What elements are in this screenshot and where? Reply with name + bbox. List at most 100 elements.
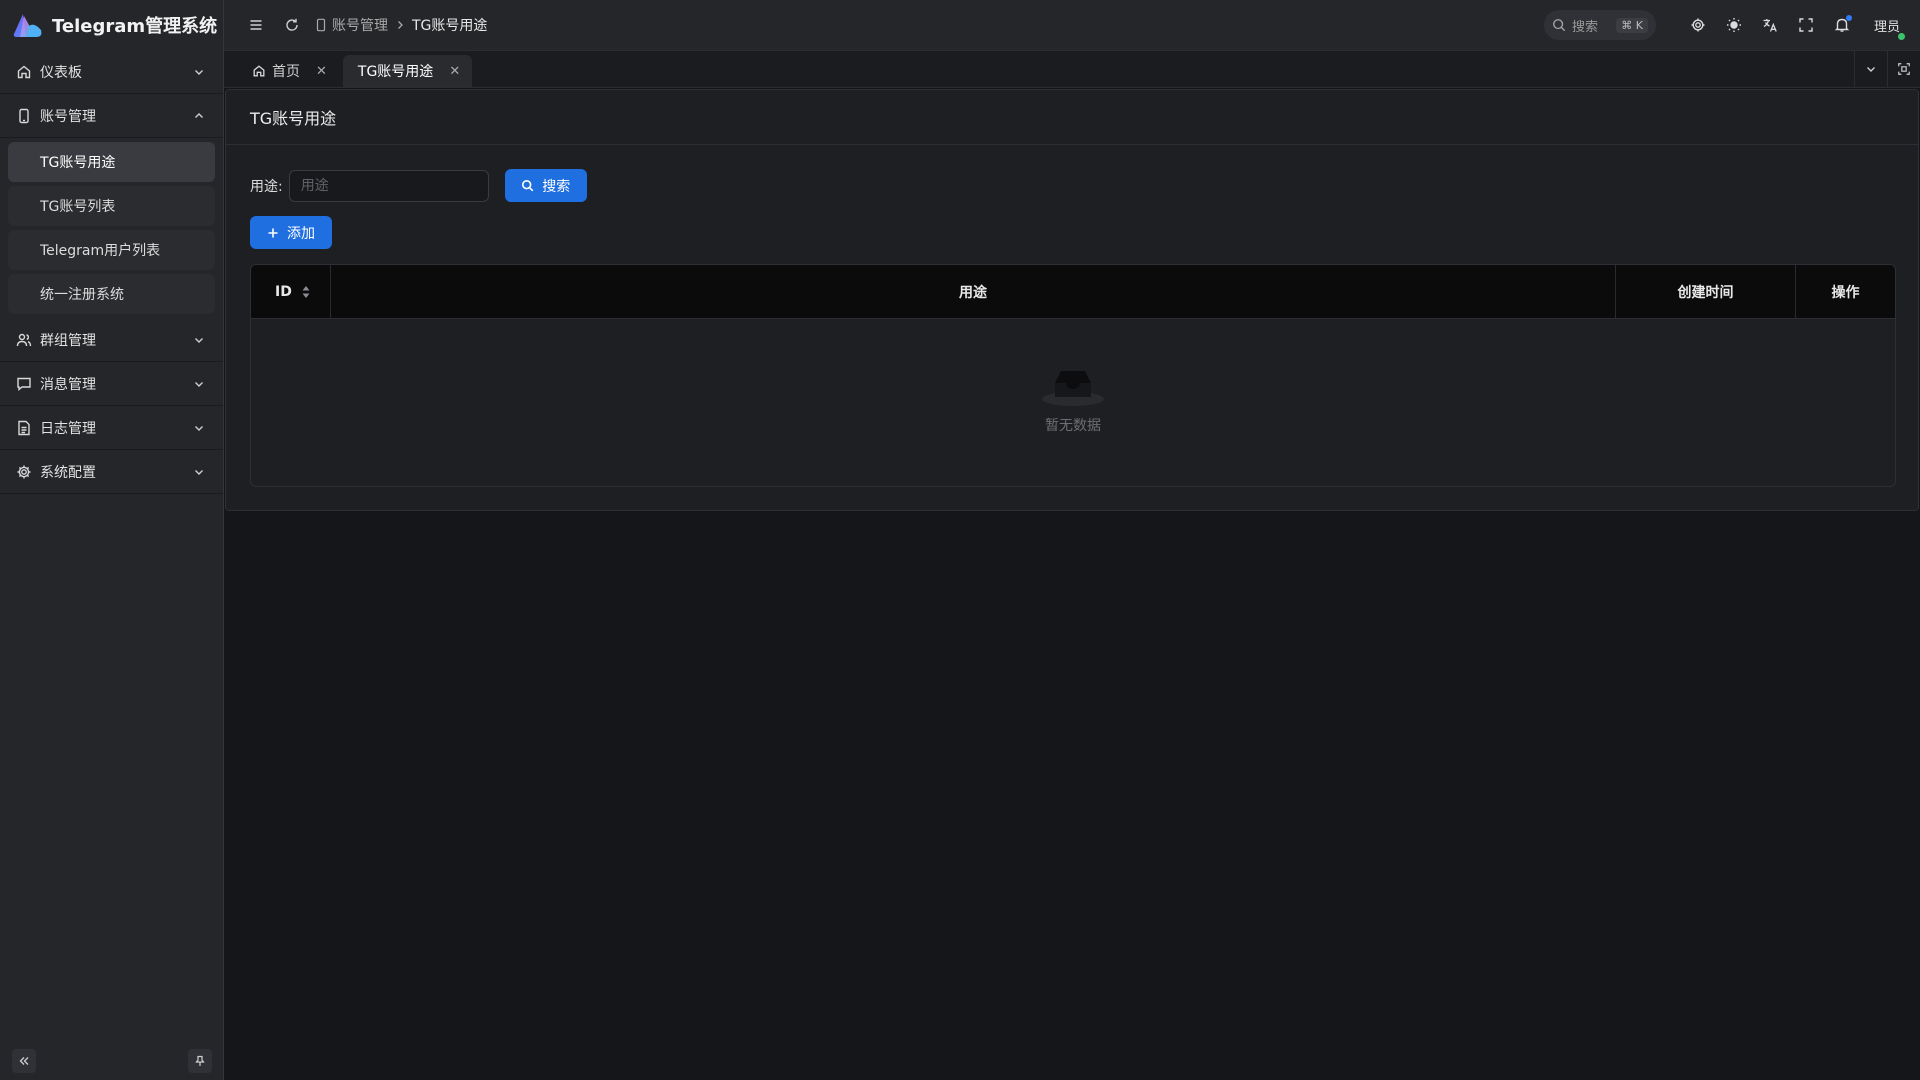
- search-shortcut: ⌘ K: [1616, 17, 1648, 33]
- pin-sidebar-button[interactable]: [188, 1049, 212, 1073]
- empty-state: 暂无数据: [251, 365, 1895, 435]
- menu-group-label: 消息管理: [40, 376, 96, 393]
- menu-group-dashboard[interactable]: 仪表板: [0, 50, 223, 94]
- app-logo-icon: [12, 12, 44, 38]
- pin-icon: [194, 1055, 206, 1067]
- close-icon[interactable]: ✕: [449, 64, 460, 79]
- sort-icon[interactable]: [302, 285, 310, 299]
- search-icon: [521, 179, 534, 192]
- menu-group-logs[interactable]: 日志管理: [0, 406, 223, 450]
- sidebar-item-tg-usage[interactable]: TG账号用途: [8, 142, 215, 182]
- breadcrumb-parent[interactable]: 账号管理: [314, 15, 388, 35]
- home-icon: [252, 64, 266, 78]
- empty-inbox-icon: [1041, 365, 1105, 407]
- filter-label: 用途:: [250, 178, 283, 195]
- breadcrumb-parent-label: 账号管理: [332, 18, 388, 34]
- user-name: 理员: [1873, 19, 1900, 35]
- phone-icon: [314, 18, 328, 32]
- add-button[interactable]: 添加: [250, 216, 332, 249]
- sidebar-item-telegram-users[interactable]: Telegram用户列表: [8, 230, 215, 270]
- refresh-icon: [284, 17, 300, 33]
- chevron-down-icon: [193, 66, 205, 78]
- breadcrumb-current: TG账号用途: [412, 18, 488, 34]
- column-header-usage: 用途: [331, 265, 1616, 318]
- tab-home[interactable]: 首页 ✕: [242, 55, 337, 87]
- menu-group-groups[interactable]: 群组管理: [0, 318, 223, 362]
- search-button-label: 搜索: [542, 178, 571, 195]
- hamburger-icon: [248, 17, 264, 33]
- menu-group-label: 仪表板: [40, 64, 82, 81]
- table-header: ID 用途 创建时间 操作: [251, 265, 1895, 319]
- users-icon: [16, 332, 32, 348]
- column-header-created-time: 创建时间: [1616, 265, 1796, 318]
- tabbar-actions: [1854, 51, 1920, 87]
- sun-icon: [1726, 17, 1742, 33]
- close-icon[interactable]: ✕: [316, 64, 327, 79]
- sidebar-footer: [0, 1042, 224, 1080]
- search-button[interactable]: 搜索: [504, 169, 587, 202]
- menu-group-account[interactable]: 账号管理: [0, 94, 223, 138]
- add-button-label: 添加: [287, 225, 315, 242]
- home-icon: [16, 64, 32, 80]
- settings-button[interactable]: [1680, 7, 1716, 43]
- search-placeholder: 搜索: [1571, 19, 1598, 35]
- user-menu[interactable]: 理员: [1873, 16, 1905, 40]
- chevron-down-icon: [193, 422, 205, 434]
- data-table: ID 用途 创建时间 操作 暂无数据: [250, 264, 1896, 487]
- sidebar-item-unified-registration[interactable]: 统一注册系统: [8, 274, 215, 314]
- chevron-right-icon: [394, 19, 406, 31]
- phone-icon: [16, 108, 32, 124]
- column-label: ID: [275, 283, 292, 300]
- maximize-content-button[interactable]: [1887, 51, 1920, 87]
- collapse-sidebar-button[interactable]: [12, 1049, 36, 1073]
- column-header-actions: 操作: [1831, 284, 1860, 301]
- app-brand[interactable]: Telegram管理系统: [0, 0, 223, 50]
- message-icon: [16, 376, 32, 392]
- notification-dot: [1845, 15, 1852, 21]
- notifications-button[interactable]: [1824, 7, 1860, 43]
- page-title: TG账号用途: [226, 90, 1918, 145]
- theme-toggle-button[interactable]: [1716, 7, 1752, 43]
- file-icon: [16, 420, 32, 436]
- language-button[interactable]: [1752, 7, 1788, 43]
- menu-group-label: 账号管理: [40, 108, 96, 125]
- tab-tg-usage[interactable]: TG账号用途 ✕: [342, 55, 473, 87]
- fullscreen-icon: [1798, 17, 1814, 33]
- chevron-down-icon: [193, 378, 205, 390]
- search-icon: [1552, 18, 1566, 32]
- breadcrumb: 账号管理 TG账号用途: [314, 15, 487, 35]
- account-submenu: TG账号用途 TG账号列表 Telegram用户列表 统一注册系统: [0, 142, 223, 314]
- scan-icon: [1897, 62, 1911, 76]
- gear-icon: [16, 464, 32, 480]
- menu-group-label: 系统配置: [40, 464, 96, 481]
- header-actions: 搜索 ⌘ K 理员: [1543, 7, 1920, 43]
- double-chevron-left-icon: [18, 1055, 30, 1067]
- content-card: TG账号用途 用途: 搜索 添加 ID 用途 创建时间 操作: [225, 89, 1919, 511]
- top-header: 账号管理 TG账号用途 搜索 ⌘ K 理员: [224, 0, 1920, 50]
- usage-filter-input[interactable]: [288, 169, 489, 202]
- tab-bar: 首页 ✕ TG账号用途 ✕: [224, 50, 1920, 88]
- plus-icon: [267, 227, 279, 239]
- fullscreen-button[interactable]: [1788, 7, 1824, 43]
- global-search-button[interactable]: 搜索 ⌘ K: [1543, 10, 1656, 40]
- filter-form: 用途: 搜索: [250, 169, 587, 202]
- menu-toggle-button[interactable]: [238, 7, 274, 43]
- chevron-up-icon: [193, 110, 205, 122]
- app-title: Telegram管理系统: [52, 16, 218, 37]
- chevron-down-icon: [193, 466, 205, 478]
- empty-text: 暂无数据: [1045, 418, 1101, 434]
- sidebar-item-tg-list[interactable]: TG账号列表: [8, 186, 215, 226]
- menu-group-label: 群组管理: [40, 332, 96, 349]
- sidebar: Telegram管理系统 仪表板 账号管理 TG账号用途 TG账号列表 Tele…: [0, 0, 224, 1080]
- gear-icon: [1690, 17, 1706, 33]
- tab-label: TG账号用途: [357, 64, 434, 80]
- menu-group-system[interactable]: 系统配置: [0, 450, 223, 494]
- tabs-dropdown-button[interactable]: [1854, 51, 1887, 87]
- refresh-button[interactable]: [274, 7, 310, 43]
- column-header-id[interactable]: ID: [251, 265, 331, 318]
- menu-group-messages[interactable]: 消息管理: [0, 362, 223, 406]
- online-status-dot: [1898, 32, 1905, 40]
- chevron-down-icon: [193, 334, 205, 346]
- translate-icon: [1762, 17, 1778, 33]
- tab-label: 首页: [272, 64, 300, 80]
